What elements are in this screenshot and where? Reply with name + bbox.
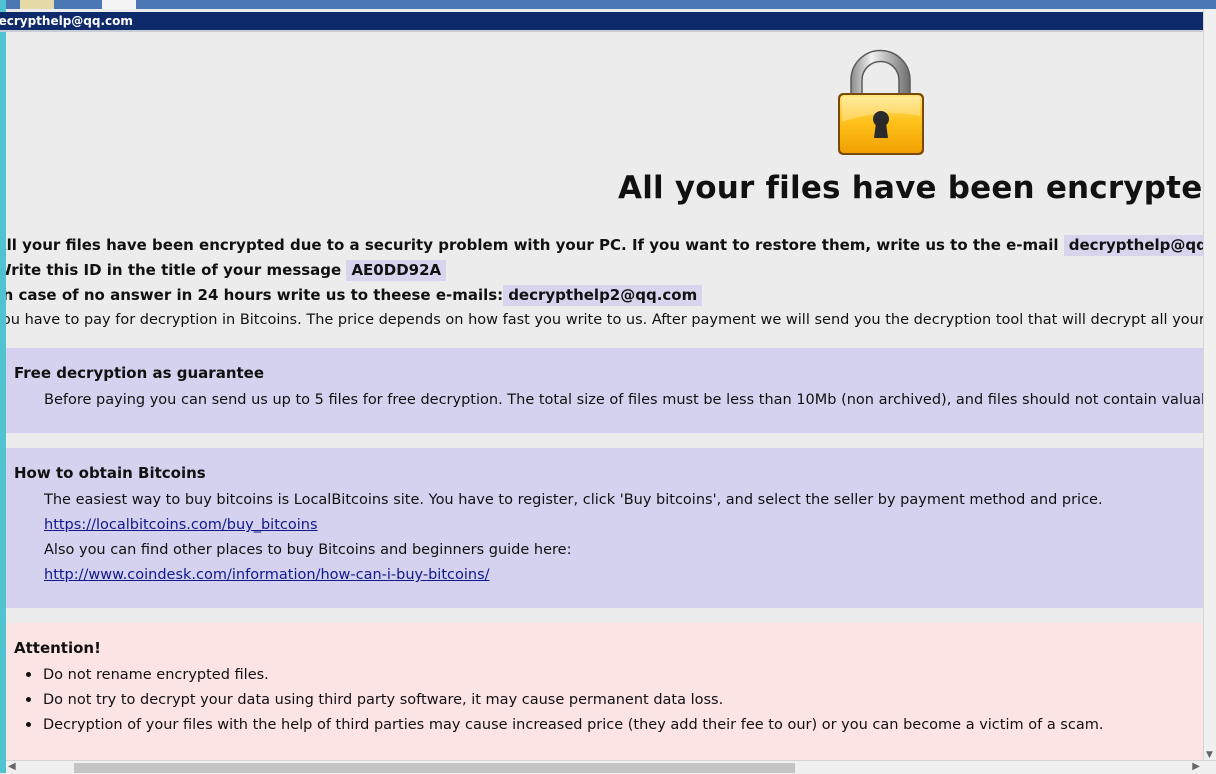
list-item: Do not rename encrypted files. [26,667,269,683]
attention-section: Attention! Do not rename encrypted files… [6,623,1203,760]
list-item: Do not try to decrypt your data using th… [26,692,723,708]
padlock-icon [838,49,924,155]
taskbar-strip [6,0,1216,9]
payment-info: You have to pay for decryption in Bitcoi… [6,312,1203,328]
horizontal-scrollbar[interactable]: ◀ ▶ [6,760,1216,774]
intro-line-backup-email: In case of no answer in 24 hours write u… [6,285,703,306]
scroll-down-arrow-icon[interactable]: ▼ [1206,750,1213,760]
contact-email: decrypthelp@qq.com [1063,235,1203,256]
bitcoins-text: The easiest way to buy bitcoins is Local… [44,492,1103,508]
scroll-left-arrow-icon[interactable]: ◀ [8,761,16,772]
bitcoins-section: How to obtain Bitcoins The easiest way t… [6,448,1203,608]
free-decryption-text: Before paying you can send us up to 5 fi… [44,392,1203,408]
intro-line-id-text: Write this ID in the title of your messa… [6,261,342,279]
backup-contact-email: decrypthelp2@qq.com [503,285,703,306]
intro-line-id: Write this ID in the title of your messa… [6,260,447,281]
window-title-bar[interactable]: decrypthelp@qq.com [0,12,1203,30]
vertical-scrollbar[interactable]: ▼ [1203,9,1216,760]
intro-line-email-text: All your files have been encrypted due t… [6,236,1059,254]
horizontal-scroll-thumb[interactable] [74,763,795,773]
title-divider [0,30,1203,32]
intro-line-email: All your files have been encrypted due t… [6,235,1203,256]
bitcoins-guide-text: Also you can find other places to buy Bi… [44,542,572,558]
free-decryption-heading: Free decryption as guarantee [14,364,265,382]
victim-id: AE0DD92A [346,260,447,281]
bullet-icon [26,696,31,702]
folder-thumbnail-icon [20,0,54,9]
list-item: Decryption of your files with the help o… [26,717,1103,733]
bullet-icon [26,721,31,727]
coindesk-link[interactable]: http://www.coindesk.com/information/how-… [44,567,490,583]
page-title: All your files have been encrypted! [618,170,1203,206]
free-decryption-section: Free decryption as guarantee Before payi… [6,348,1203,433]
bullet-icon [26,671,31,677]
bitcoins-heading: How to obtain Bitcoins [14,464,206,482]
localbitcoins-link[interactable]: https://localbitcoins.com/buy_bitcoins [44,517,318,533]
window-title: decrypthelp@qq.com [0,14,133,28]
document-thumbnail-icon [102,0,136,9]
scroll-right-arrow-icon[interactable]: ▶ [1192,761,1200,772]
ransom-note-page: All your files have been encrypted! All … [6,34,1203,760]
intro-line-backup-text: In case of no answer in 24 hours write u… [6,286,504,304]
attention-heading: Attention! [14,639,101,657]
